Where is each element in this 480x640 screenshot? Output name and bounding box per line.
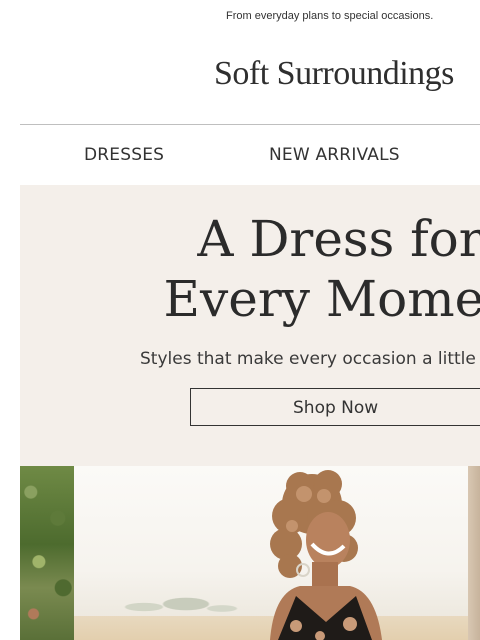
shop-now-label: Shop Now	[293, 398, 379, 418]
face-shape	[306, 512, 350, 568]
preheader-text: From everyday plans to special occasions…	[226, 10, 434, 22]
nav-item-new-arrivals[interactable]: NEW ARRIVALS	[269, 140, 400, 170]
foliage-image	[20, 466, 74, 640]
hero-title-line-1: A Dress for	[197, 210, 480, 268]
hero-title: A Dress for Every Momen	[20, 209, 480, 329]
hero-banner: A Dress for Every Momen Styles that make…	[20, 185, 480, 466]
hero-title-line-2: Every Momen	[163, 270, 480, 328]
main-nav: DRESSES NEW ARRIVALS	[0, 140, 480, 170]
model-figure	[270, 470, 382, 640]
nav-item-dresses[interactable]: DRESSES	[84, 140, 164, 170]
neck-shape	[312, 562, 338, 588]
header-divider	[20, 124, 480, 125]
brand-logo[interactable]: Soft Surroundings	[214, 52, 454, 96]
preheader: From everyday plans to special occasions…	[0, 8, 480, 24]
shop-now-button[interactable]: Shop Now	[190, 388, 480, 426]
hero-subtitle: Styles that make every occasion a little	[140, 349, 476, 369]
right-pillar	[468, 466, 480, 640]
model-photo[interactable]	[20, 466, 480, 640]
